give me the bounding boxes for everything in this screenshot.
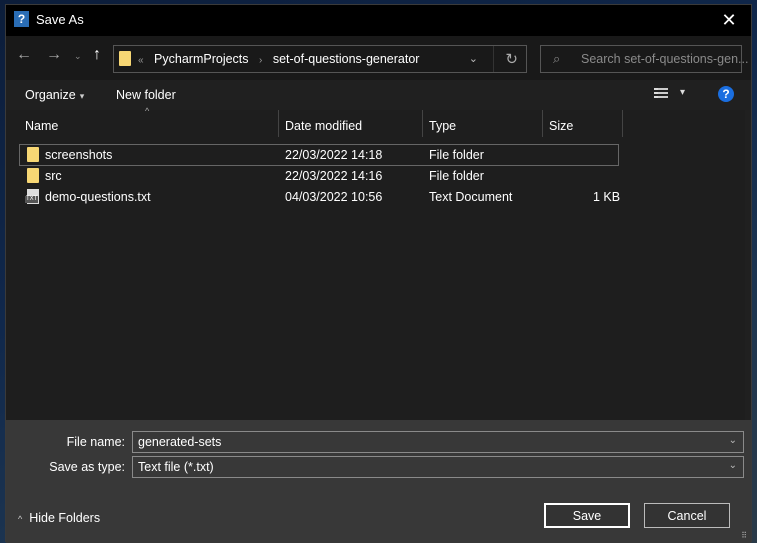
save-button[interactable]: Save	[544, 503, 630, 528]
file-date: 22/03/2022 14:18	[285, 148, 383, 162]
cancel-button[interactable]: Cancel	[644, 503, 730, 528]
title-bar: ? Save As ✕	[6, 5, 751, 36]
file-type: Text Document	[429, 190, 513, 204]
search-placeholder: Search set-of-questions-gen...	[581, 52, 749, 66]
back-button[interactable]: ←	[16, 46, 32, 64]
chevron-down-icon: ▾	[79, 91, 85, 101]
column-header-name[interactable]: Name	[6, 110, 278, 137]
file-name-value: generated-sets	[138, 435, 222, 449]
navigation-bar: ← → ⌄ ↑ « PycharmProjects › set-of-quest…	[6, 36, 751, 80]
resize-grip-icon[interactable]: ⠿	[741, 531, 747, 540]
file-type: File folder	[429, 169, 484, 183]
breadcrumb-item[interactable]: set-of-questions-generator	[273, 52, 420, 66]
new-folder-button[interactable]: New folder	[116, 88, 176, 102]
app-icon: ?	[14, 11, 29, 27]
file-date: 04/03/2022 10:56	[285, 190, 383, 204]
column-header-date[interactable]: Date modified	[279, 110, 422, 137]
column-header-type[interactable]: Type	[423, 110, 542, 137]
hide-folders-button[interactable]: ^ Hide Folders	[18, 511, 100, 525]
breadcrumb-overflow[interactable]: «	[138, 55, 144, 66]
breadcrumb-separator-icon[interactable]: ›	[259, 55, 262, 66]
file-row[interactable]: screenshots 22/03/2022 14:18 File folder	[19, 144, 619, 166]
folder-icon	[27, 168, 39, 183]
close-icon: ✕	[721, 10, 737, 30]
file-size: 1 KB	[593, 190, 621, 204]
view-dropdown-icon[interactable]: ▾	[680, 87, 685, 98]
search-icon: ⌕	[553, 51, 561, 66]
column-header-size[interactable]: Size	[543, 110, 622, 137]
file-row[interactable]: TXT demo-questions.txt 04/03/2022 10:56 …	[20, 187, 621, 207]
file-type: File folder	[429, 148, 484, 162]
close-button[interactable]: ✕	[707, 5, 751, 36]
column-divider[interactable]	[622, 110, 623, 137]
save-type-label: Save as type:	[49, 460, 125, 474]
help-icon[interactable]: ?	[718, 86, 734, 102]
forward-button[interactable]: →	[46, 46, 62, 64]
save-type-value: Text file (*.txt)	[138, 460, 214, 474]
chevron-up-icon: ^	[18, 514, 23, 524]
divider	[493, 46, 494, 72]
breadcrumb-item[interactable]: PycharmProjects	[154, 52, 248, 66]
recent-locations-button[interactable]: ⌄	[74, 51, 82, 62]
chevron-down-icon[interactable]: ⌄	[729, 460, 737, 471]
toolbar: Organize ▾ New folder ▾ ?	[6, 80, 751, 110]
file-list: ^ Name Date modified Type Size screensho…	[6, 106, 745, 420]
save-panel: File name: generated-sets ⌄ Save as type…	[6, 420, 751, 543]
save-type-select[interactable]: Text file (*.txt) ⌄	[132, 456, 744, 478]
breadcrumb: « PycharmProjects › set-of-questions-gen…	[138, 52, 419, 66]
view-options-icon[interactable]	[654, 88, 668, 100]
hide-folders-label: Hide Folders	[29, 511, 101, 525]
up-button[interactable]: ↑	[93, 46, 101, 64]
folder-icon	[27, 147, 39, 162]
file-name-input[interactable]: generated-sets ⌄	[132, 431, 744, 453]
folder-icon	[119, 51, 131, 66]
address-dropdown-icon[interactable]: ⌄	[469, 52, 478, 65]
file-name: screenshots	[45, 148, 113, 162]
save-as-dialog: ? Save As ✕ ← → ⌄ ↑ « PycharmProjects › …	[5, 4, 752, 543]
organize-label: Organize	[25, 88, 76, 102]
window-title: Save As	[36, 12, 84, 27]
organize-button[interactable]: Organize ▾	[25, 88, 84, 102]
file-date: 22/03/2022 14:16	[285, 169, 383, 183]
file-name: src	[45, 169, 62, 183]
refresh-icon[interactable]: ↻	[505, 50, 518, 68]
chevron-down-icon[interactable]: ⌄	[729, 435, 737, 446]
text-file-icon: TXT	[25, 189, 39, 204]
address-bar[interactable]: « PycharmProjects › set-of-questions-gen…	[113, 45, 527, 73]
file-name-label: File name:	[66, 435, 125, 449]
file-row[interactable]: src 22/03/2022 14:16 File folder	[20, 166, 618, 186]
file-name: demo-questions.txt	[45, 190, 151, 204]
search-input[interactable]: ⌕ Search set-of-questions-gen...	[540, 45, 748, 73]
